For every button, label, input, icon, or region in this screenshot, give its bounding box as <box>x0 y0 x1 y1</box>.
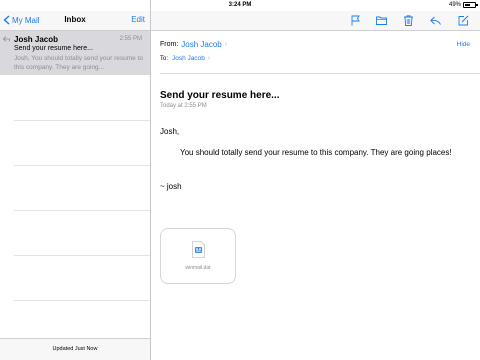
message-header: From: Josh Jacob › To: Josh Jacob › Hide <box>151 31 480 74</box>
to-label: To: <box>160 55 169 62</box>
list-separator <box>14 210 150 211</box>
message-toolbar <box>151 11 480 31</box>
reply-button[interactable] <box>430 15 441 26</box>
trash-icon <box>404 15 413 26</box>
attachment-name: winmail.dat <box>185 265 211 271</box>
body-signature: ~ josh <box>160 182 182 191</box>
mailbox-title: Inbox <box>64 15 86 24</box>
message-pane: From: Josh Jacob › To: Josh Jacob › Hide… <box>151 0 480 360</box>
reply-icon <box>430 16 441 25</box>
move-to-folder-button[interactable] <box>376 15 387 26</box>
message-date: Today at 2:55 PM <box>160 103 207 109</box>
to-contact[interactable]: Josh Jacob <box>172 55 205 62</box>
edit-button[interactable]: Edit <box>131 15 145 24</box>
trash-button[interactable] <box>403 15 414 26</box>
message-body: Josh, You should totally send your resum… <box>160 127 460 192</box>
file-icon <box>192 241 205 258</box>
body-greeting: Josh, <box>160 127 180 136</box>
replied-icon <box>3 36 10 42</box>
message-time: 2:55 PM <box>119 36 142 42</box>
message-sender: Josh Jacob <box>14 35 59 44</box>
mailbox-nav-bar: My Mail Inbox Edit <box>0 11 150 31</box>
list-separator <box>14 165 150 166</box>
compose-icon <box>458 15 469 26</box>
from-row: From: Josh Jacob › <box>160 40 227 49</box>
message-subject-title: Send your resume here... <box>160 90 280 101</box>
flag-icon <box>351 15 360 26</box>
mailbox-pane: My Mail Inbox Edit Josh Jacob 2:55 PM Se… <box>0 0 151 360</box>
flag-button[interactable] <box>350 15 361 26</box>
compose-button[interactable] <box>458 15 469 26</box>
from-contact[interactable]: Josh Jacob <box>181 40 221 49</box>
mailbox-footer: Updated Just Now <box>0 338 150 360</box>
message-subject: Send your resume here... <box>14 45 93 52</box>
from-label: From: <box>160 41 179 48</box>
list-separator <box>14 300 150 301</box>
hide-details-button[interactable]: Hide <box>457 41 470 48</box>
chevron-right-icon: › <box>224 41 228 48</box>
message-list-item[interactable]: Josh Jacob 2:55 PM Send your resume here… <box>0 31 150 75</box>
attachment-tile[interactable]: winmail.dat <box>160 228 236 284</box>
header-divider <box>160 73 480 74</box>
to-row: To: Josh Jacob › <box>160 55 210 62</box>
chevron-right-icon: › <box>207 55 211 62</box>
body-paragraph: You should totally send your resume to t… <box>180 148 452 157</box>
list-separator <box>14 120 150 121</box>
update-status: Updated Just Now <box>52 346 98 352</box>
folder-icon <box>376 16 387 25</box>
message-preview: Josh, You should totally send your resum… <box>14 55 143 71</box>
list-separator <box>14 255 150 256</box>
